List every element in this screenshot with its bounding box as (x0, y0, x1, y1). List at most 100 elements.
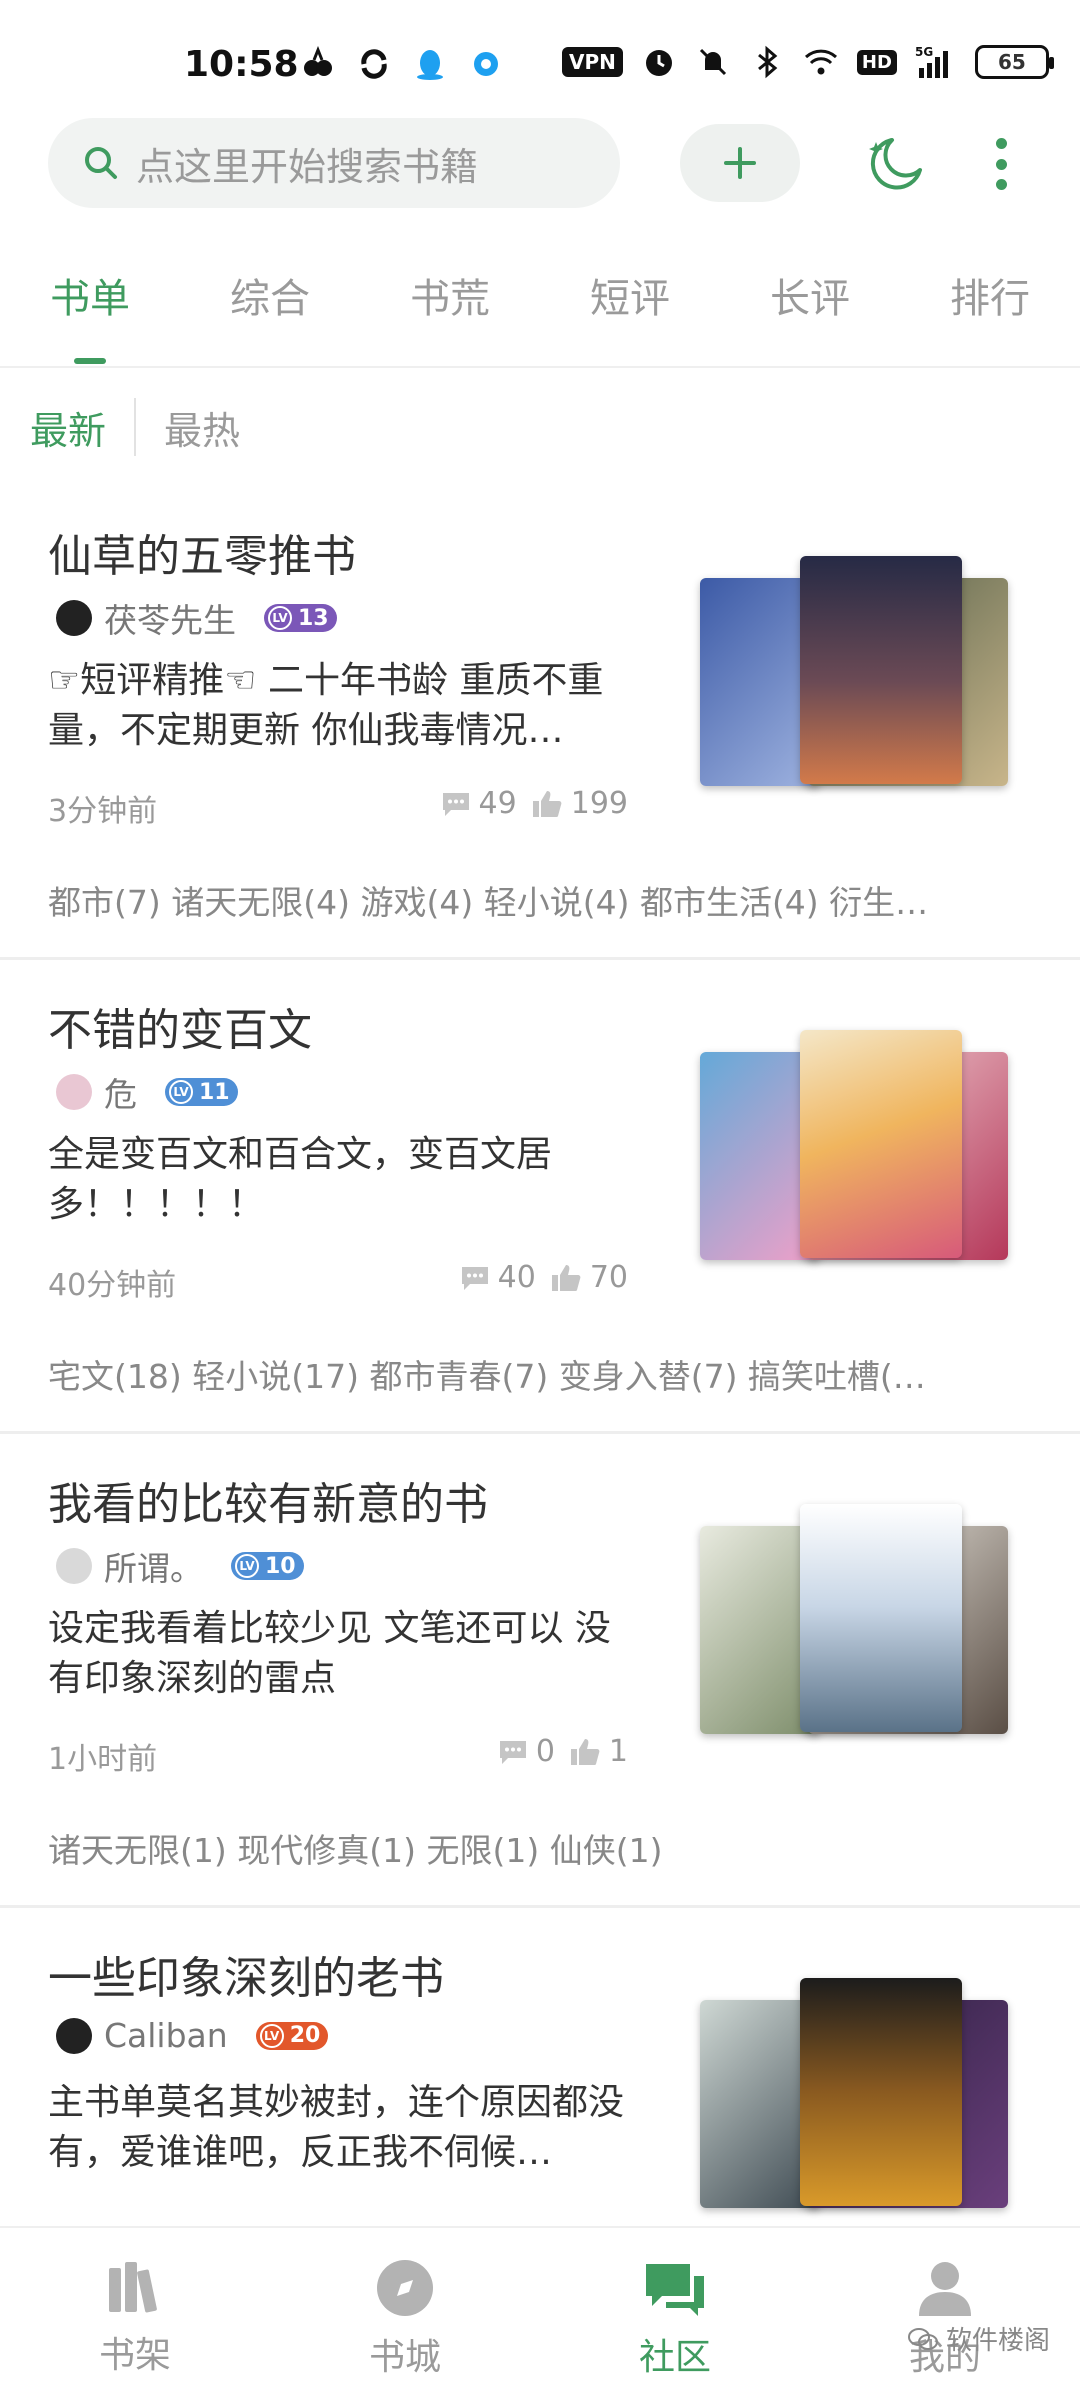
level-badge: LV 11 (165, 1078, 238, 1106)
sort-latest[interactable]: 最新 (30, 400, 106, 455)
author-name[interactable]: 危 (104, 1068, 137, 1116)
author-info: 所谓。 LV 10 (56, 1542, 304, 1590)
battery-indicator: 65 (974, 45, 1054, 79)
avatar[interactable] (56, 600, 92, 636)
post-time: 3分钟前 (48, 794, 158, 829)
nav-bookstore[interactable]: 书城 (270, 2228, 540, 2400)
svg-text:5G: 5G (915, 45, 933, 59)
comment-count: 0 (498, 1734, 555, 1769)
plus-icon (724, 147, 756, 179)
sync-icon (361, 49, 387, 79)
sort-hot[interactable]: 最热 (164, 400, 240, 455)
booklist-tags: 诸天无限(1) 现代修真(1) 无限(1) 仙侠(1) (48, 1831, 663, 1870)
book-cover (800, 1978, 962, 2206)
more-dot (995, 138, 1007, 149)
level-value: 11 (199, 1079, 230, 1105)
avatar[interactable] (56, 1548, 92, 1584)
more-dot (995, 179, 1007, 190)
add-button[interactable] (680, 124, 800, 202)
author-name[interactable]: 所谓。 (104, 1542, 203, 1590)
mute-icon (699, 48, 726, 76)
book-covers (690, 1978, 1020, 2218)
book-covers (690, 1504, 1020, 1744)
nav-label: 社区 (638, 2337, 711, 2378)
author-info: Caliban LV 20 (56, 2016, 329, 2055)
like-count[interactable]: 70 (550, 1260, 628, 1295)
booklist-description: 全是变百文和百合文，变百文居多！！！！！ (48, 1134, 553, 1225)
tab-booklist[interactable]: 书单 (0, 262, 180, 366)
like-count-value: 1 (608, 1734, 628, 1769)
thumbs-up-icon (532, 790, 562, 817)
booklist-card[interactable]: 不错的变百文 危 LV 11 全是变百文和百合文，变百文居多！！！！！ 40分钟前… (0, 960, 1080, 1434)
booklist-description: 主书单莫名其妙被封，连个原因都没有，爱谁谁吧，反正我不伺候… (48, 2082, 625, 2173)
comment-icon (442, 792, 469, 816)
search-icon (85, 147, 117, 179)
night-mode-button[interactable] (864, 130, 930, 196)
booklist-card[interactable]: 我看的比较有新意的书 所谓。 LV 10 设定我看着比较少见 文笔还可以 没有印象… (0, 1434, 1080, 1908)
like-count[interactable]: 1 (569, 1734, 628, 1769)
like-count-value: 199 (570, 786, 628, 821)
watermark-text: 软件楼阁 (945, 2326, 1050, 2356)
comment-count-value: 40 (497, 1260, 536, 1295)
tab-ranking[interactable]: 排行 (900, 262, 1080, 366)
qq-icon (417, 50, 443, 80)
tab-short-review[interactable]: 短评 (540, 262, 720, 366)
tab-general[interactable]: 综合 (180, 262, 360, 366)
booklist-title: 我看的比较有新意的书 (48, 1479, 488, 1530)
nav-profile[interactable]: 我的 (810, 2228, 1080, 2400)
tab-long-review[interactable]: 长评 (720, 262, 900, 366)
book-cover (800, 1030, 962, 1258)
nav-label: 书城 (368, 2337, 441, 2378)
booklist-title: 不错的变百文 (48, 1005, 312, 1056)
thumbs-up-icon (551, 1264, 581, 1291)
avatar[interactable] (56, 2017, 92, 2054)
level-icon: LV (259, 2023, 284, 2048)
vpn-badge: VPN (562, 47, 623, 77)
booklist-title: 一些印象深刻的老书 (48, 1953, 444, 2004)
tab-book-request[interactable]: 书荒 (360, 262, 540, 366)
level-badge: LV 13 (264, 604, 337, 632)
book-covers (690, 556, 1020, 796)
status-time: 10:58 (184, 44, 299, 85)
nav-community[interactable]: 社区 (540, 2228, 810, 2400)
level-badge: LV 20 (255, 2021, 329, 2050)
signal-5g-icon: 5G (915, 45, 948, 78)
like-count[interactable]: 199 (531, 786, 628, 821)
author-name[interactable]: Caliban (104, 2016, 228, 2055)
bottom-navigation: 书架 书城 社区 我的 (0, 2226, 1080, 2400)
notification-icons (300, 46, 504, 82)
bookshelf-icon (109, 2262, 157, 2313)
app-circle-icon (474, 52, 498, 76)
nav-label: 书架 (98, 2335, 171, 2376)
level-icon: LV (169, 1080, 193, 1104)
level-badge: LV 10 (231, 1552, 304, 1580)
alarm-icon (645, 50, 672, 76)
more-options-button[interactable] (986, 134, 1016, 194)
system-icons: VPN HD 5G 65 (562, 44, 1054, 80)
post-time: 1小时前 (48, 1742, 158, 1777)
booklist-title: 仙草的五零推书 (48, 531, 356, 582)
divider (0, 366, 1080, 368)
more-dot (995, 158, 1007, 170)
thumbs-up-icon (570, 1738, 600, 1765)
booklist-card[interactable]: 仙草的五零推书 茯苓先生 LV 13 ☞短评精推☜ 二十年书龄 重质不重量，不定期… (0, 486, 1080, 960)
author-name[interactable]: 茯苓先生 (104, 594, 236, 642)
comment-count-value: 0 (535, 1734, 555, 1769)
moon-icon (869, 138, 922, 190)
comment-count-value: 49 (478, 786, 517, 821)
post-time: 40分钟前 (48, 1268, 177, 1303)
person-icon (919, 2262, 971, 2316)
nav-bookshelf[interactable]: 书架 (0, 2228, 270, 2400)
search-input[interactable]: 点这里开始搜索书籍 (48, 118, 620, 208)
booklist-description: ☞短评精推☜ 二十年书龄 重质不重量，不定期更新 你仙我毒情况… (48, 660, 604, 751)
author-info: 危 LV 11 (56, 1068, 238, 1116)
level-value: 13 (298, 605, 329, 631)
author-info: 茯苓先生 LV 13 (56, 594, 337, 642)
level-icon: LV (235, 1554, 259, 1578)
comment-icon (461, 1266, 488, 1290)
category-tabs: 书单 综合 书荒 短评 长评 排行 (0, 262, 1080, 366)
avatar[interactable] (56, 1074, 92, 1110)
sort-separator (134, 398, 137, 456)
booklist-tags: 都市(7) 诸天无限(4) 游戏(4) 轻小说(4) 都市生活(4) 衍生… (48, 883, 929, 922)
booklist-feed: 仙草的五零推书 茯苓先生 LV 13 ☞短评精推☜ 二十年书龄 重质不重量，不定期… (0, 486, 1080, 2382)
